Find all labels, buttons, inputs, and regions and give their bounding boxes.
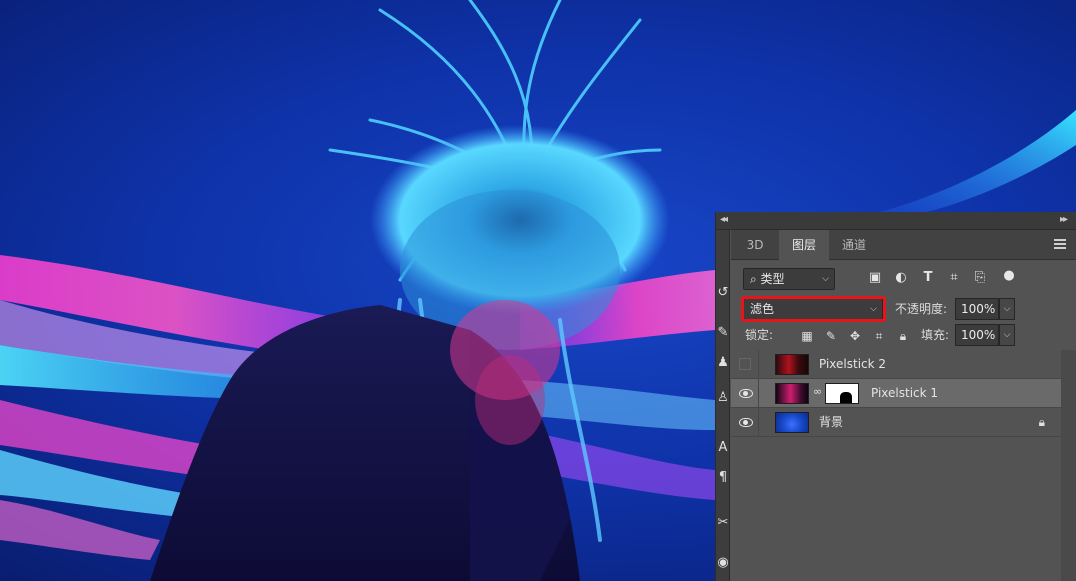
history-icon[interactable]: ↺ [717, 285, 729, 300]
eye-icon [739, 389, 753, 398]
eye-icon [739, 418, 753, 427]
mask-shape [840, 392, 852, 403]
layer-name[interactable]: Pixelstick 1 [871, 379, 938, 408]
layer-name[interactable]: 背景 [819, 408, 843, 437]
expand-panels-icon[interactable]: ◂◂ [720, 214, 728, 225]
layer-filter-row: ⌕ 类型 ⌵ ▣ ◐ T ⌗ ⎘ ● [731, 268, 1076, 292]
layer-thumbnail [775, 354, 809, 375]
panel-tabs: 3D 图层 通道 [731, 230, 1076, 260]
collapse-panels-icon[interactable]: ▸▸ [1060, 214, 1068, 225]
visibility-toggle[interactable] [731, 408, 759, 437]
chevron-down-icon: ⌵ [822, 274, 829, 284]
tool-dock: ↺ ✎ ♟ ♙ A ¶ ✂ ◉ [716, 230, 730, 581]
lock-fill-row: 锁定: ▦ ✎ ✥ ⌗ 🔒︎ 填充: 100% ⌵ [731, 324, 1076, 350]
blend-opacity-row: 滤色 ⌵ 不透明度: 100% ⌵ [731, 296, 1076, 322]
opacity-dropdown-button[interactable]: ⌵ [999, 298, 1015, 320]
tab-channels[interactable]: 通道 [829, 230, 879, 260]
lock-label: 锁定: [745, 328, 774, 342]
fill-label: 填充: [921, 328, 950, 342]
paragraph-icon[interactable]: ¶ [717, 470, 729, 485]
person-icon[interactable]: ♙ [717, 390, 729, 405]
fill-dropdown-button[interactable]: ⌵ [999, 324, 1015, 346]
visibility-toggle[interactable] [731, 379, 759, 408]
stamp-icon[interactable]: ♟ [717, 355, 729, 370]
libraries-icon[interactable]: ◉ [717, 555, 729, 570]
filter-kind-dropdown[interactable]: ⌕ 类型 ⌵ [743, 268, 835, 290]
layer-thumbnail [775, 383, 809, 404]
panel-title-strip: ◂◂ ▸▸ [716, 212, 1076, 230]
lock-image-pixels-icon[interactable]: ✎ [823, 328, 839, 344]
smart-object-filter-icon[interactable]: ⎘ [972, 270, 988, 285]
layers-panel: ◂◂ ▸▸ ↺ ✎ ♟ ♙ A ¶ ✂ ◉ 3D 图层 通道 ⌕ 类型 ⌵ ▣ … [715, 212, 1076, 581]
fill-input[interactable]: 100% [955, 324, 999, 346]
filter-toggle-icon[interactable]: ● [1001, 268, 1017, 283]
layer-name[interactable]: Pixelstick 2 [819, 350, 886, 379]
tab-layers[interactable]: 图层 [779, 230, 829, 260]
tab-3d[interactable]: 3D [731, 230, 779, 260]
layer-mask-thumbnail[interactable] [825, 383, 859, 404]
layer-row-pixelstick-2[interactable]: Pixelstick 2 [731, 350, 1061, 379]
mask-link-icon[interactable]: ∞ [813, 385, 822, 398]
layer-thumbnail [775, 412, 809, 433]
lock-icon: 🔒︎ [1038, 415, 1045, 429]
lock-transparent-pixels-icon[interactable]: ▦ [799, 328, 815, 344]
opacity-input[interactable]: 100% [955, 298, 999, 320]
layer-row-pixelstick-1[interactable]: ∞ Pixelstick 1 [731, 379, 1061, 408]
image-filter-icon[interactable]: ▣ [867, 270, 883, 285]
tool-presets-icon[interactable]: ✂ [717, 515, 729, 530]
shape-filter-icon[interactable]: ⌗ [946, 270, 962, 285]
visibility-off-box [739, 358, 751, 370]
adjustment-filter-icon[interactable]: ◐ [893, 270, 909, 285]
lock-artboard-icon[interactable]: ⌗ [871, 328, 887, 344]
search-icon: ⌕ [750, 272, 761, 286]
panel-menu-icon[interactable] [1054, 239, 1066, 249]
opacity-label: 不透明度: [895, 302, 948, 316]
lock-all-icon[interactable]: 🔒︎ [895, 328, 911, 344]
blend-mode-highlight [741, 296, 886, 322]
filter-kind-label: 类型 [760, 272, 785, 286]
type-filter-icon[interactable]: T [920, 270, 936, 285]
character-icon[interactable]: A [717, 440, 729, 455]
brush-icon[interactable]: ✎ [717, 325, 729, 340]
lock-position-icon[interactable]: ✥ [847, 328, 863, 344]
visibility-toggle[interactable] [731, 350, 759, 379]
layer-row-background[interactable]: 背景 🔒︎ [731, 408, 1061, 437]
layers-scrollbar[interactable] [1061, 350, 1076, 581]
